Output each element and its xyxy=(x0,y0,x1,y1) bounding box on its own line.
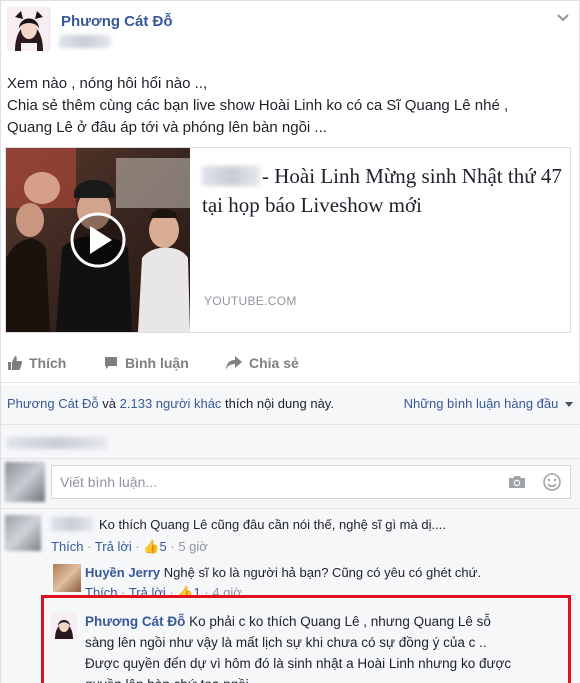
comment-label: Bình luận xyxy=(125,355,189,371)
comment-like-link[interactable]: Thích xyxy=(51,539,84,554)
link-domain: YOUTUBE.COM xyxy=(204,294,297,308)
highlight-text: Ko phải c ko thích Quang Lê , nhưng Quan… xyxy=(189,614,491,629)
comment-text: Ko thích Quang Lê cũng đâu cần nói thế, … xyxy=(99,517,446,532)
caret-down-icon xyxy=(565,402,573,408)
other-likers-link[interactable]: 2.133 người khác xyxy=(120,396,222,411)
post-timestamp-blurred xyxy=(59,35,111,48)
viewer-avatar xyxy=(5,462,45,502)
reply-author-avatar[interactable] xyxy=(53,564,81,592)
comment-time[interactable]: 5 giờ xyxy=(178,539,208,554)
chevron-down-icon[interactable] xyxy=(555,9,571,25)
sort-label: Những bình luận hàng đầu xyxy=(403,396,559,411)
comment-like-count[interactable]: 5 xyxy=(160,539,167,554)
comment-sort-dropdown[interactable]: Những bình luận hàng đầu xyxy=(404,396,573,411)
likes-summary: Phương Cát Đỗ và 2.133 người khác thích … xyxy=(7,396,334,411)
comment-input[interactable]: Viết bình luận... xyxy=(51,465,571,499)
likes-summary-row: Phương Cát Đỗ và 2.133 người khác thích … xyxy=(1,385,580,425)
shares-count-blurred xyxy=(7,437,107,449)
highlight-author-avatar[interactable] xyxy=(51,613,77,639)
post-line: Xem nào , nóng hôi hổi nào .., xyxy=(7,75,208,92)
like-label: Thích xyxy=(29,355,67,371)
reply-comment: Huyền Jerry Nghệ sĩ ko là người hả bạn? … xyxy=(85,565,481,580)
video-thumbnail[interactable] xyxy=(6,148,190,332)
likes-suffix: thích nội dung này. xyxy=(221,396,334,411)
comment-meta: Thích · Trả lời · 👍5 · 5 giờ xyxy=(51,539,208,554)
shares-row xyxy=(1,425,580,459)
share-button[interactable]: Chia sẻ xyxy=(225,355,299,371)
likes-and: và xyxy=(98,396,120,411)
post-actions-bar: Thích Bình luận Chia sẻ xyxy=(1,347,580,383)
comment-reply-link[interactable]: Trả lời xyxy=(95,539,132,554)
highlight-comment-line: Được quyền đến dự vì hôm đó là sinh nhật… xyxy=(85,656,512,671)
post-author-name[interactable]: Phương Cát Đỗ xyxy=(61,13,173,30)
commenter-name-blurred xyxy=(51,517,93,531)
thumbs-up-icon xyxy=(8,356,23,370)
post-line: Chia sẻ thêm cùng các bạn live show Hoài… xyxy=(7,97,509,114)
post-body: Xem nào , nóng hôi hổi nào .., Chia sẻ t… xyxy=(7,73,573,139)
highlight-comment-line: sàng lên ngồi như vậy là mất lịch sự khi… xyxy=(85,635,487,650)
post-card: Phương Cát Đỗ Xem nào , nóng hôi hổi nào… xyxy=(0,0,580,683)
reply-author-name[interactable]: Huyền Jerry xyxy=(85,565,160,580)
link-title[interactable]: - Hoài Linh Mừng sinh Nhật thứ 47 tại họ… xyxy=(202,162,562,220)
liker-name[interactable]: Phương Cát Đỗ xyxy=(7,396,99,411)
like-button[interactable]: Thích xyxy=(7,355,66,371)
post-line: Quang Lê ở đâu áp tới và phóng lên bàn n… xyxy=(7,119,327,136)
commenter-avatar[interactable] xyxy=(5,515,41,551)
camera-icon[interactable] xyxy=(508,474,526,490)
emoji-icon[interactable] xyxy=(542,472,562,492)
thumbs-up-icon: 👍 xyxy=(143,539,160,554)
highlight-author-name[interactable]: Phương Cát Đỗ xyxy=(85,614,185,629)
comment-button[interactable]: Bình luận xyxy=(103,355,189,371)
author-avatar[interactable] xyxy=(7,7,51,51)
highlight-comment-line: quyền lên bàn chứ toạ ngồi xyxy=(85,674,555,683)
highlight-comment-line: Phương Cát Đỗ Ko phải c ko thích Quang L… xyxy=(85,611,555,632)
reply-text: Nghệ sĩ ko là người hả bạn? Cũng có yêu … xyxy=(163,565,481,580)
comment-icon xyxy=(105,357,117,369)
comment-placeholder: Viết bình luận... xyxy=(60,474,158,490)
share-icon xyxy=(226,356,242,370)
link-preview[interactable]: - Hoài Linh Mừng sinh Nhật thứ 47 tại họ… xyxy=(5,147,571,333)
share-label: Chia sẻ xyxy=(249,355,299,371)
